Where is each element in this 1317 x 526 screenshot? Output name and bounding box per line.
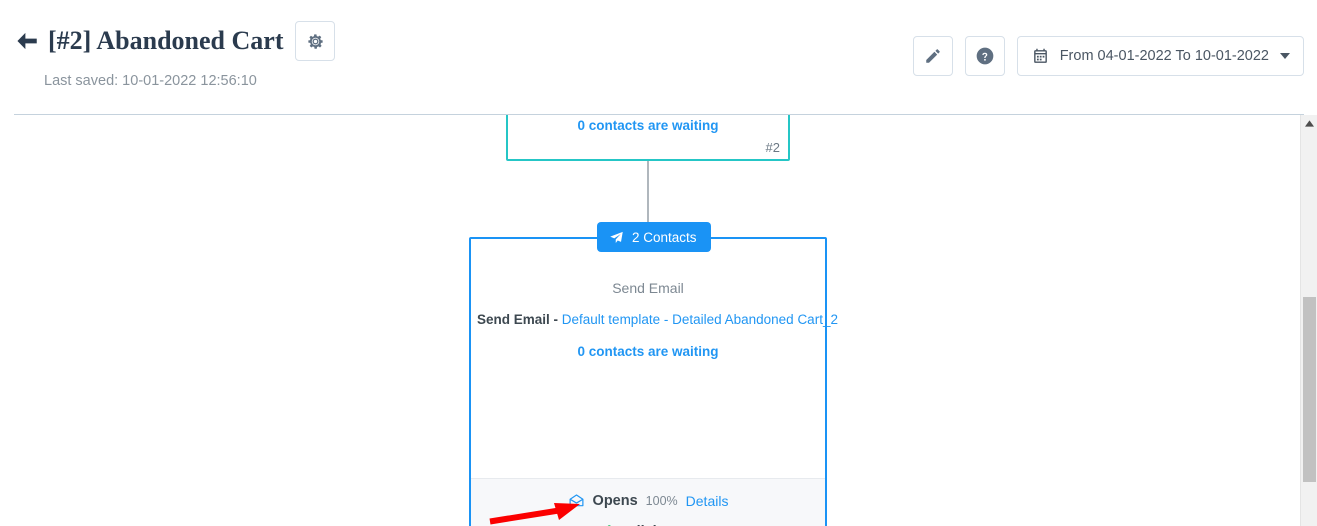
header-actions: From 04-01-2022 To 10-01-2022 (912, 36, 1304, 76)
calendar-icon (1033, 48, 1047, 63)
workflow-card-3[interactable]: Send Email Send Email - Default template… (469, 237, 838, 526)
vertical-scrollbar[interactable] (1300, 115, 1317, 526)
card-3-template-link[interactable]: Default template - Detailed Abandoned Ca… (562, 312, 838, 327)
card-2-step-number: #2 (765, 140, 780, 155)
help-button[interactable] (964, 36, 1005, 76)
last-saved-text: Last saved: 10-01-2022 12:56:10 (44, 73, 257, 89)
settings-button[interactable] (295, 21, 336, 61)
chevron-down-icon (1280, 53, 1290, 59)
stat-row-opens: Opens 100% Details (568, 491, 729, 511)
question-mark-icon (976, 47, 994, 65)
card-3-description-prefix: Send Email - (477, 312, 562, 327)
open-envelope-icon (569, 494, 584, 507)
stat-label-opens: Opens (592, 492, 638, 509)
contacts-badge-label: 2 Contacts (632, 229, 697, 245)
date-range-picker[interactable]: From 04-01-2022 To 10-01-2022 (1016, 36, 1304, 76)
scroll-up-arrow-icon[interactable] (1301, 120, 1317, 127)
page-title: [#2] Abandoned Cart (48, 26, 284, 55)
workflow-canvas[interactable]: 0 contacts are waiting #2 2 Contacts Sen… (0, 115, 1317, 526)
card-3-body: Send Email Send Email - Default template… (471, 239, 838, 435)
date-range-label: From 04-01-2022 To 10-01-2022 (1059, 48, 1269, 64)
title-row: [#2] Abandoned Cart (14, 20, 336, 62)
stat-value-opens: 100% (645, 493, 678, 508)
gear-icon (308, 33, 323, 49)
stat-row-clicks: Clicks 0% (601, 522, 695, 526)
workflow-card-2[interactable]: 0 contacts are waiting #2 (506, 115, 790, 161)
card-3-waiting-label[interactable]: 0 contacts are waiting (471, 344, 825, 359)
contacts-badge[interactable]: 2 Contacts (597, 222, 711, 252)
card-3-type-label: Send Email (612, 280, 684, 296)
card-3-stats-panel: Opens 100% Details Clicks 0% (471, 478, 825, 526)
page-header: [#2] Abandoned Cart Last saved: 10-01-20… (0, 0, 1317, 115)
card-2-waiting-label[interactable]: 0 contacts are waiting (508, 118, 788, 133)
pencil-icon (925, 49, 940, 63)
back-arrow-icon[interactable] (14, 28, 40, 54)
send-paper-plane-icon (610, 231, 623, 243)
edit-button[interactable] (912, 36, 953, 76)
scrollbar-thumb[interactable] (1303, 297, 1316, 482)
opens-details-link[interactable]: Details (686, 493, 729, 509)
card-3-description: Send Email - Default template - Detailed… (471, 312, 838, 327)
